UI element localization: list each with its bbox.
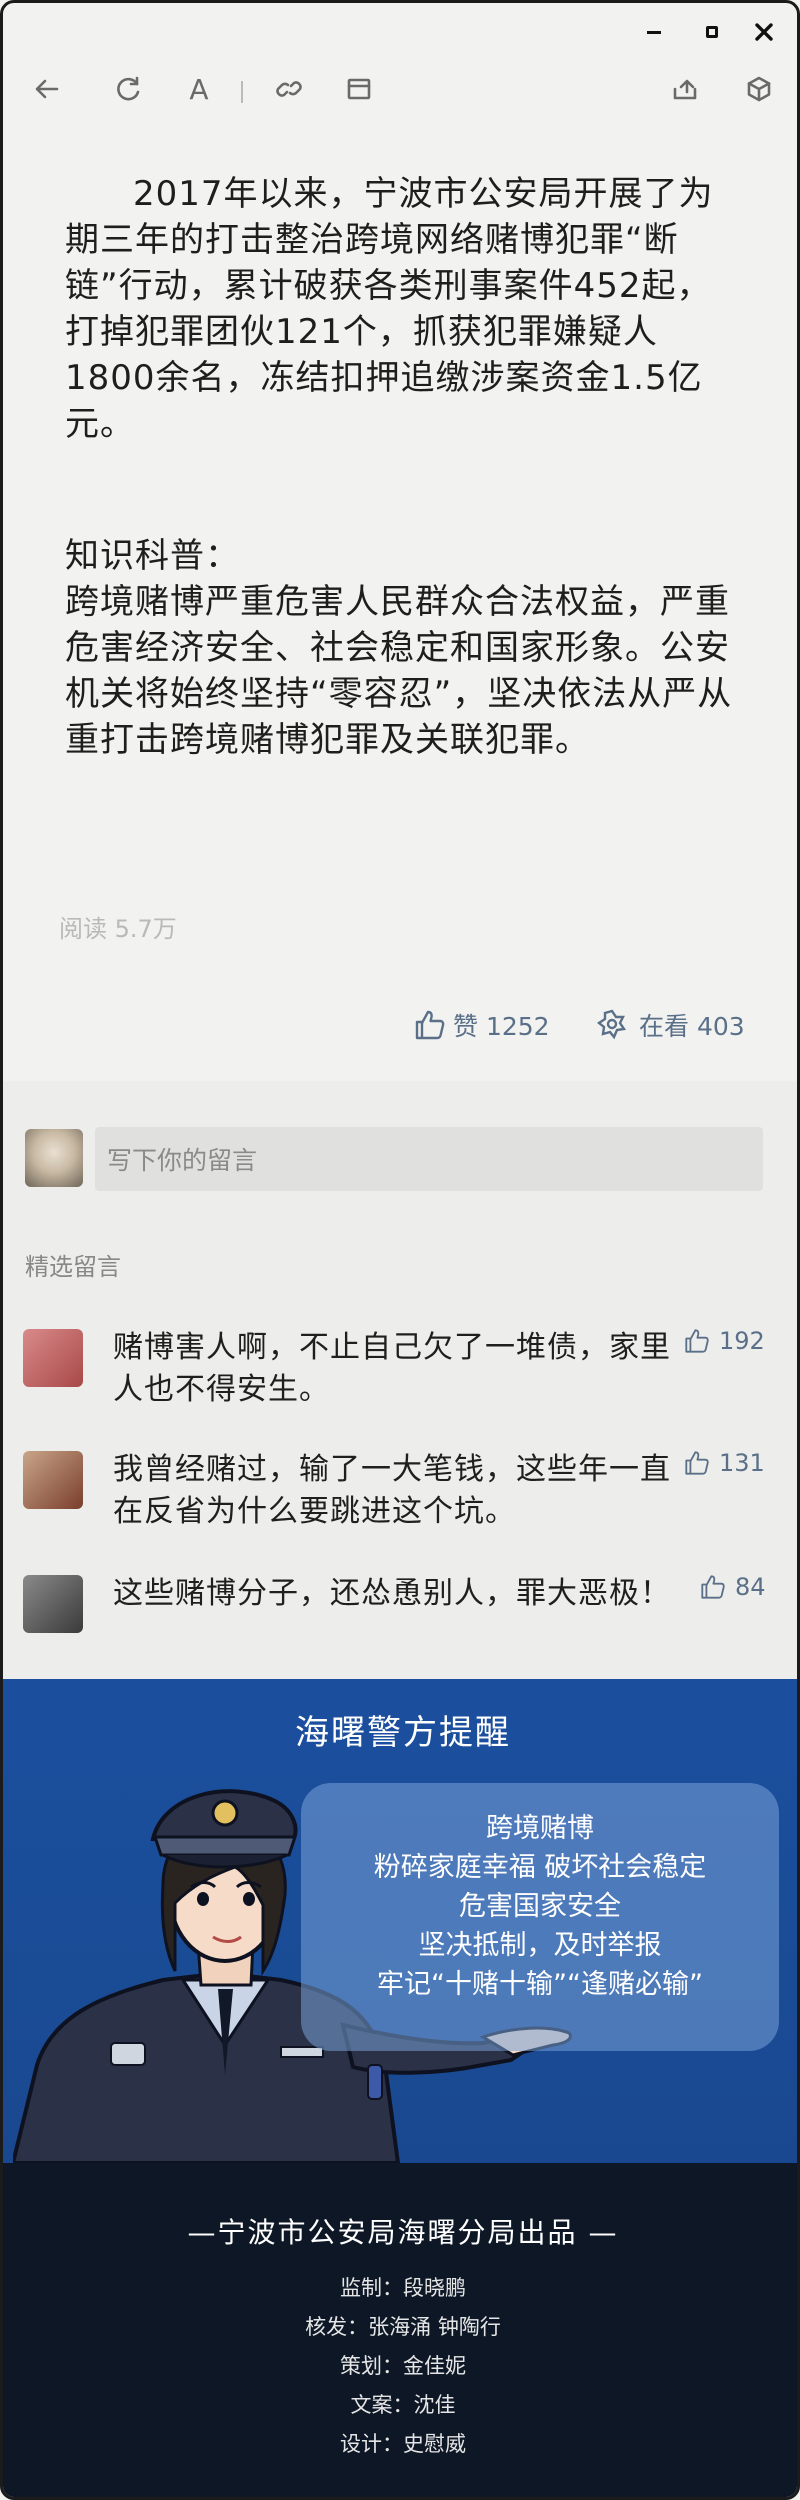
- cube-icon[interactable]: [739, 69, 779, 109]
- watching-label: 在看 403: [639, 1012, 745, 1041]
- close-icon[interactable]: [749, 17, 779, 47]
- thumbs-up-icon: [415, 1010, 445, 1040]
- reminder-line: 粉碎家庭幸福 破坏社会稳定: [373, 1852, 707, 1883]
- back-arrow-icon[interactable]: [27, 69, 67, 109]
- reminder-bubble: 跨境赌博 粉碎家庭幸福 破坏社会稳定 危害国家安全 坚决抵制，及时举报 牢记“十…: [301, 1783, 779, 2051]
- maximize-icon[interactable]: [697, 17, 727, 47]
- minimize-icon[interactable]: [639, 17, 669, 47]
- credit-line: 设计：史慰威: [340, 2432, 466, 2456]
- comment-like-button[interactable]: 131: [683, 1449, 765, 1477]
- avatar: [23, 1451, 83, 1509]
- credits-heading: —宁波市公安局海曙分局出品 —: [187, 2216, 619, 2249]
- comment-like-count: 192: [719, 1327, 765, 1355]
- credit-line: 文案：沈佳: [350, 2393, 456, 2417]
- comment-text: 我曾经赌过，输了一大笔钱，这些年一直在反省为什么要跳进这个坑。: [113, 1452, 671, 1529]
- featured-comments-label: 精选留言: [25, 1253, 121, 1281]
- window-icon[interactable]: [339, 69, 379, 109]
- knowledge-title: 知识科普：: [65, 536, 240, 576]
- comment-like-count: 84: [735, 1573, 766, 1601]
- reminder-line: 跨境赌博: [486, 1813, 594, 1844]
- font-size-glyph: A: [189, 72, 209, 106]
- comment-like-count: 131: [719, 1449, 765, 1477]
- credit-line: 策划：金佳妮: [340, 2354, 466, 2378]
- credit-line: 监制：段晓鹏: [340, 2276, 466, 2300]
- comment-placeholder: 写下你的留言: [107, 1146, 258, 1175]
- watching-flower-icon: [596, 1009, 627, 1040]
- font-size-icon[interactable]: A: [179, 69, 219, 109]
- knowledge-body: 跨境赌博严重危害人民群众合法权益，严重危害经济安全、社会稳定和国家形象。公安机关…: [65, 582, 733, 760]
- like-button[interactable]: 赞 1252: [413, 1003, 550, 1047]
- reminder-line: 危害国家安全: [459, 1891, 621, 1922]
- comment-text: 这些赌博分子，还怂恿别人，罪大恶极！: [113, 1576, 671, 1611]
- toolbar-divider: [241, 81, 243, 103]
- share-icon[interactable]: [665, 69, 705, 109]
- avatar: [23, 1329, 83, 1387]
- refresh-icon[interactable]: [109, 69, 149, 109]
- banner-title: 海曙警方提醒: [295, 1713, 511, 1753]
- browser-window: A 2017年以来，宁波市公安局开展了为期三年的打击整治跨境网络赌博犯罪“断链”…: [0, 0, 800, 2500]
- comment-like-button[interactable]: 84: [699, 1573, 766, 1601]
- thumbs-up-icon: [685, 1329, 709, 1353]
- thumbs-up-icon: [685, 1451, 709, 1475]
- credit-line: 核发：张海涌 钟陶行: [305, 2315, 501, 2339]
- reminder-line: 牢记“十赌十输”“逢赌必输”: [377, 1969, 703, 2000]
- watching-button[interactable]: 在看 403: [595, 1003, 745, 1047]
- reminder-line: 坚决抵制，及时举报: [418, 1930, 662, 1961]
- reminder-lines: 跨境赌博 粉碎家庭幸福 破坏社会稳定 危害国家安全 坚决抵制，及时举报 牢记“十…: [301, 1809, 779, 2004]
- link-icon[interactable]: [269, 69, 309, 109]
- police-reminder-banner: 海曙警方提醒 跨境赌博 粉碎家庭幸福 破坏社会稳定 危害国家安全 坚决抵制，及时…: [3, 1679, 797, 2163]
- thumbs-up-icon: [701, 1575, 725, 1599]
- title-bar: [3, 3, 797, 61]
- comment-text: 赌博害人啊，不止自己欠了一堆债，家里人也不得安生。: [113, 1330, 671, 1407]
- toolbar: A: [3, 61, 797, 117]
- comment-like-button[interactable]: 192: [683, 1327, 765, 1355]
- read-count: 阅读 5.7万: [59, 915, 177, 943]
- article-paragraph: 2017年以来，宁波市公安局开展了为期三年的打击整治跨境网络赌博犯罪“断链”行动…: [65, 174, 714, 444]
- avatar: [23, 1575, 83, 1633]
- credits-list: 监制：段晓鹏 核发：张海涌 钟陶行 策划：金佳妮 文案：沈佳 设计：史慰威: [3, 2269, 797, 2464]
- credits-footer: —宁波市公安局海曙分局出品 — 监制：段晓鹏 核发：张海涌 钟陶行 策划：金佳妮…: [3, 2163, 797, 2497]
- article-body: 2017年以来，宁波市公安局开展了为期三年的打击整治跨境网络赌博犯罪“断链”行动…: [65, 171, 745, 763]
- comment-input[interactable]: 写下你的留言: [95, 1127, 763, 1191]
- likes-label: 赞 1252: [453, 1012, 550, 1041]
- avatar: [25, 1129, 83, 1187]
